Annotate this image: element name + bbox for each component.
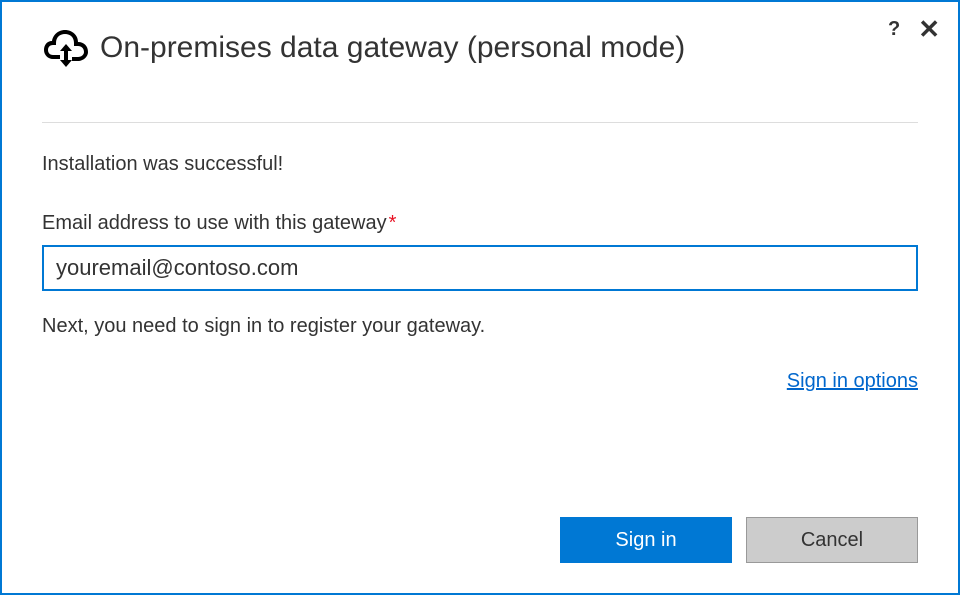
email-label-row: Email address to use with this gateway* (42, 212, 918, 235)
help-icon[interactable]: ? (888, 19, 900, 39)
sign-in-options-link[interactable]: Sign in options (787, 370, 918, 392)
sign-in-button[interactable]: Sign in (560, 517, 732, 563)
email-label: Email address to use with this gateway (42, 212, 387, 234)
options-link-row: Sign in options (42, 370, 918, 393)
required-indicator: * (389, 212, 397, 234)
status-message: Installation was successful! (42, 153, 918, 176)
titlebar: On-premises data gateway (personal mode)… (2, 2, 958, 82)
dialog-title: On-premises data gateway (personal mode) (100, 31, 685, 65)
window-controls: ? ✕ (888, 16, 940, 42)
footer-buttons: Sign in Cancel (560, 517, 918, 563)
content-area: Installation was successful! Email addre… (2, 123, 958, 393)
dialog-window: On-premises data gateway (personal mode)… (0, 0, 960, 595)
cancel-button[interactable]: Cancel (746, 517, 918, 563)
close-icon[interactable]: ✕ (918, 16, 940, 42)
hint-text: Next, you need to sign in to register yo… (42, 315, 918, 338)
cloud-gateway-icon (42, 24, 90, 72)
email-field[interactable] (42, 245, 918, 291)
